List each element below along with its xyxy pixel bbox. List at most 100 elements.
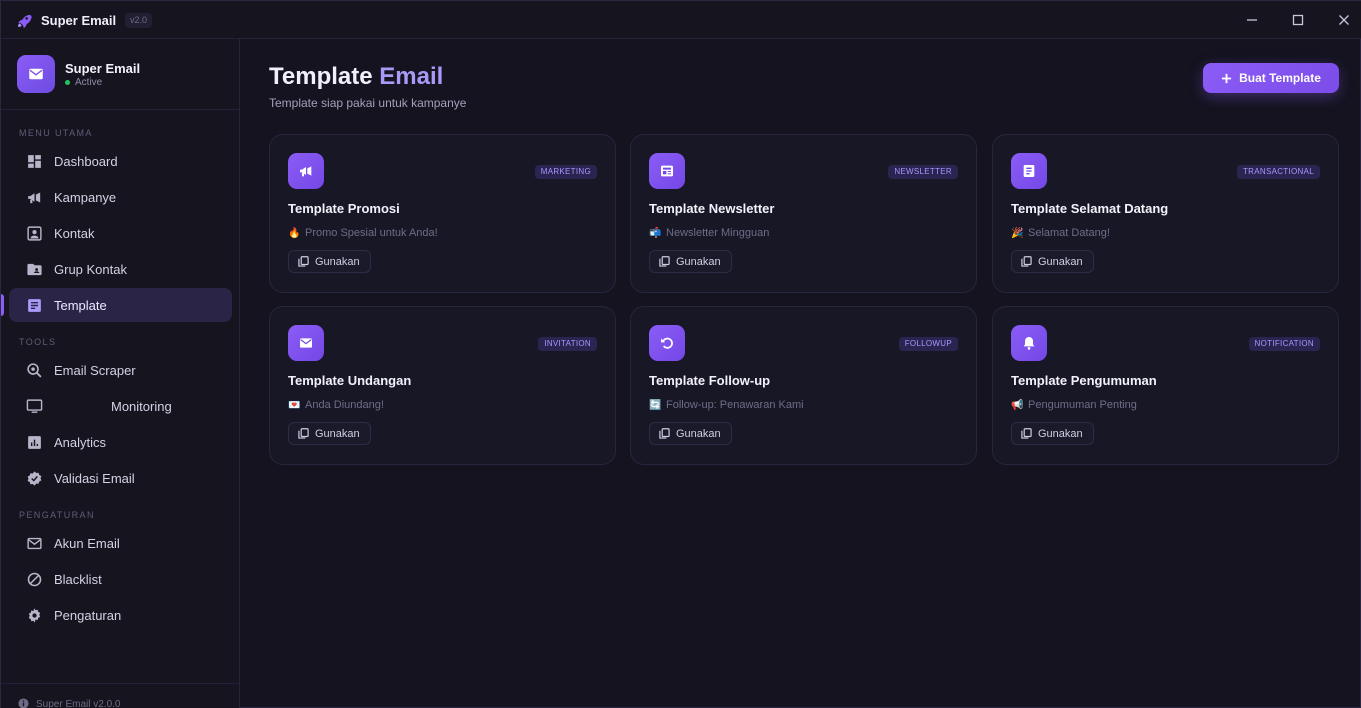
use-template-label: Gunakan <box>1038 427 1083 440</box>
template-card[interactable]: INVITATION Template Undangan 💌 Anda Diun… <box>269 306 616 465</box>
bell-icon <box>1011 325 1047 361</box>
close-button[interactable] <box>1333 9 1355 31</box>
use-template-button[interactable]: Gunakan <box>649 250 732 273</box>
category-badge: NOTIFICATION <box>1248 337 1320 351</box>
close-icon <box>1339 15 1349 25</box>
template-title: Template Newsletter <box>649 201 775 216</box>
sidebar-item-label: Pengaturan <box>54 608 122 623</box>
category-badge: FOLLOWUP <box>898 337 958 351</box>
brand-name: Super Email <box>65 61 141 76</box>
sidebar-item-label: Kampanye <box>54 190 117 205</box>
maximize-button[interactable] <box>1287 9 1309 31</box>
copy-icon <box>659 256 670 267</box>
mail-icon <box>29 68 43 80</box>
template-card[interactable]: MARKETING Template Promosi 🔥 Promo Spesi… <box>269 134 616 293</box>
category-badge: NEWSLETTER <box>888 165 958 179</box>
template-subject: 📬 Newsletter Mingguan <box>649 227 769 239</box>
status-badge: Active <box>65 77 102 88</box>
template-subject-text: Promo Spesial untuk Anda! <box>305 227 438 239</box>
use-template-label: Gunakan <box>676 427 721 440</box>
version-badge: v2.0 <box>125 13 153 28</box>
use-template-button[interactable]: Gunakan <box>1011 422 1094 445</box>
template-card[interactable]: NOTIFICATION Template Pengumuman 📢 Pengu… <box>992 306 1339 465</box>
create-template-label: Buat Template <box>1239 71 1321 85</box>
template-card[interactable]: TRANSACTIONAL Template Selamat Datang 🎉 … <box>992 134 1339 293</box>
sidebar-item-template[interactable]: Template <box>1 288 232 322</box>
copy-icon <box>1021 428 1032 439</box>
maximize-icon <box>1292 14 1304 26</box>
template-title: Template Pengumuman <box>1011 373 1157 388</box>
sidebar-item-kontak[interactable]: Kontak <box>9 216 232 250</box>
sidebar-item-pengaturan[interactable]: Pengaturan <box>9 598 232 632</box>
sidebar-item-dashboard[interactable]: Dashboard <box>9 144 232 178</box>
sidebar-item-label: Template <box>54 298 107 313</box>
refresh-icon <box>649 325 685 361</box>
category-badge: TRANSACTIONAL <box>1236 165 1320 179</box>
search-scan-icon <box>27 363 42 378</box>
bar-chart-icon <box>28 436 41 449</box>
use-template-button[interactable]: Gunakan <box>288 250 371 273</box>
section-label-menu: MENU UTAMA <box>19 128 93 138</box>
folder-user-icon <box>27 263 42 276</box>
sidebar-item-label: Akun Email <box>54 536 120 551</box>
fire-emoji-icon: 🔥 <box>288 227 301 239</box>
info-icon <box>18 698 29 708</box>
use-template-button[interactable]: Gunakan <box>649 422 732 445</box>
status-dot-icon <box>65 80 70 85</box>
party-emoji-icon: 🎉 <box>1011 227 1024 239</box>
template-subject: 🎉 Selamat Datang! <box>1011 227 1110 239</box>
status-text: Active <box>75 77 103 88</box>
mailbox-emoji-icon: 📬 <box>649 227 662 239</box>
use-template-button[interactable]: Gunakan <box>288 422 371 445</box>
app-window: Super Email v2.0 Super Email Active MENU… <box>0 0 1361 708</box>
sidebar-item-email-scraper[interactable]: Email Scraper <box>9 353 232 387</box>
page-title-part1: Template <box>269 63 373 90</box>
document-icon <box>28 299 41 312</box>
create-template-button[interactable]: Buat Template <box>1203 63 1339 93</box>
plus-icon <box>1222 73 1232 83</box>
sidebar-item-label: Kontak <box>54 226 95 241</box>
sidebar-item-label: Grup Kontak <box>54 262 127 277</box>
mail-icon <box>288 325 324 361</box>
use-template-button[interactable]: Gunakan <box>1011 250 1094 273</box>
minimize-button[interactable] <box>1241 9 1263 31</box>
template-subject: 🔄 Follow-up: Penawaran Kami <box>649 399 804 411</box>
sidebar-item-grup-kontak[interactable]: Grup Kontak <box>9 252 232 286</box>
sidebar-item-label: Monitoring <box>111 399 172 414</box>
sidebar-item-label: Analytics <box>54 435 107 450</box>
love-letter-emoji-icon: 💌 <box>288 399 301 411</box>
loudspeaker-emoji-icon: 📢 <box>1011 399 1024 411</box>
sidebar-item-blacklist[interactable]: Blacklist <box>9 562 232 596</box>
sidebar-item-kampanye[interactable]: Kampanye <box>9 180 232 214</box>
sidebar-item-label: Email Scraper <box>54 363 136 378</box>
template-title: Template Selamat Datang <box>1011 201 1169 216</box>
sidebar-item-akun-email[interactable]: Akun Email <box>9 526 232 560</box>
app-title: Super Email <box>41 13 117 28</box>
template-subject: 🔥 Promo Spesial untuk Anda! <box>288 227 438 239</box>
copy-icon <box>1021 256 1032 267</box>
title-bar: Super Email v2.0 <box>1 1 1361 39</box>
sidebar-item-monitoring[interactable]: Monitoring <box>9 389 232 423</box>
template-title: Template Undangan <box>288 373 412 388</box>
template-card[interactable]: NEWSLETTER Template Newsletter 📬 Newslet… <box>630 134 977 293</box>
template-subject-text: Anda Diundang! <box>305 399 384 411</box>
sidebar-item-analytics[interactable]: Analytics <box>9 425 232 459</box>
sidebar-item-validasi-email[interactable]: Validasi Email <box>9 461 232 495</box>
repeat-emoji-icon: 🔄 <box>649 399 662 411</box>
template-card[interactable]: FOLLOWUP Template Follow-up 🔄 Follow-up:… <box>630 306 977 465</box>
minimize-icon <box>1247 19 1257 21</box>
copy-icon <box>659 428 670 439</box>
section-label-pengaturan: PENGATURAN <box>19 510 95 520</box>
template-subject-text: Follow-up: Penawaran Kami <box>666 399 804 411</box>
template-title: Template Promosi <box>288 201 400 216</box>
sidebar-item-label: Validasi Email <box>54 471 135 486</box>
template-subject-text: Selamat Datang! <box>1028 227 1110 239</box>
category-badge: MARKETING <box>534 165 597 179</box>
template-title: Template Follow-up <box>649 373 771 388</box>
template-subject-text: Newsletter Mingguan <box>666 227 770 239</box>
page-subtitle: Template siap pakai untuk kampanye <box>269 96 467 110</box>
brand-header: Super Email Active <box>1 39 239 110</box>
mail-icon <box>27 537 42 550</box>
template-subject: 💌 Anda Diundang! <box>288 399 384 411</box>
block-icon <box>27 572 42 587</box>
